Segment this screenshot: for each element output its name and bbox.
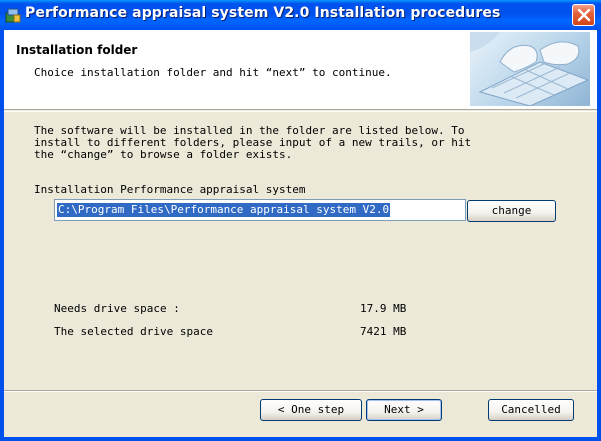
window-border-bottom	[0, 437, 601, 441]
banner-separator	[4, 111, 597, 112]
needs-space-label: Needs drive space :	[54, 302, 180, 315]
change-button[interactable]: change	[467, 200, 556, 222]
folder-path-input[interactable]: C:\Program Files\Performance appraisal s…	[54, 199, 466, 221]
selected-space-value: 7421 MB	[360, 325, 407, 338]
back-button[interactable]: < One step	[260, 399, 362, 421]
window-border-right	[597, 30, 601, 441]
close-icon	[577, 8, 591, 22]
installer-window: Performance appraisal system V2.0 Instal…	[0, 0, 601, 441]
installer-icon	[5, 8, 21, 23]
close-button[interactable]	[572, 4, 595, 26]
next-button[interactable]: Next >	[366, 399, 442, 421]
cancel-button[interactable]: Cancelled	[488, 399, 574, 421]
header-banner: Installation folder Choice installation …	[4, 30, 597, 110]
folder-label: Installation Performance appraisal syste…	[34, 183, 306, 196]
dialog-body: Installation folder Choice installation …	[4, 30, 597, 437]
header-title: Installation folder	[16, 43, 138, 57]
header-subtitle: Choice installation folder and hit “next…	[34, 66, 392, 79]
window-title: Performance appraisal system V2.0 Instal…	[25, 5, 501, 21]
folder-path-value: C:\Program Files\Performance appraisal s…	[57, 203, 391, 217]
footer-separator-highlight	[4, 391, 597, 392]
selected-space-label: The selected drive space	[54, 325, 213, 338]
keyboard-hands-image	[470, 32, 590, 106]
title-bar[interactable]: Performance appraisal system V2.0 Instal…	[0, 0, 601, 30]
description-text: The software will be installed in the fo…	[34, 124, 472, 161]
needs-space-value: 17.9 MB	[360, 302, 407, 315]
